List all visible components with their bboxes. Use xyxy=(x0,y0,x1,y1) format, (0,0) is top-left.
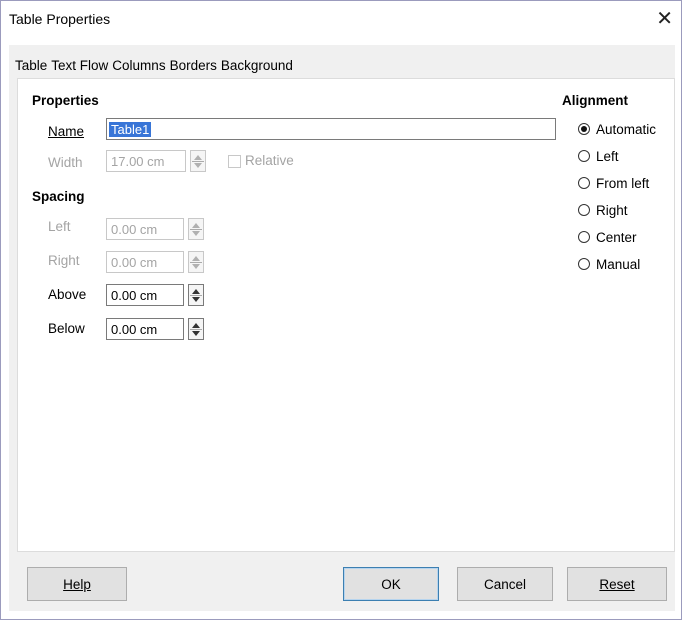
tab-text-flow[interactable]: Text Flow xyxy=(49,55,110,75)
radio-manual[interactable] xyxy=(578,258,590,270)
width-spinner xyxy=(190,150,206,172)
title-bar: Table Properties ✕ xyxy=(1,1,681,39)
alignment-right-option[interactable]: Right xyxy=(578,201,628,219)
above-spacing-spinner[interactable] xyxy=(188,284,204,306)
left-spacing-spinner xyxy=(188,218,204,240)
alignment-manual-option[interactable]: Manual xyxy=(578,255,640,273)
radio-from-left[interactable] xyxy=(578,177,590,189)
tab-columns[interactable]: Columns xyxy=(110,55,167,75)
cancel-button-label: Cancel xyxy=(483,576,527,592)
alignment-right-label: Right xyxy=(596,202,628,218)
alignment-automatic-option[interactable]: Automatic xyxy=(578,120,656,138)
help-button-label: Help xyxy=(63,576,91,592)
alignment-manual-label: Manual xyxy=(596,256,641,272)
width-input-value: 17.00 cm xyxy=(111,154,165,169)
radio-right[interactable] xyxy=(578,204,590,216)
relative-label: Relative xyxy=(245,153,294,168)
spacing-heading: Spacing xyxy=(32,189,85,204)
dialog-title: Table Properties xyxy=(9,11,111,27)
help-button[interactable]: Help xyxy=(27,567,127,601)
name-input[interactable]: Table1 xyxy=(106,118,556,140)
tab-borders[interactable]: Borders xyxy=(168,55,219,75)
above-spacing-label: Above xyxy=(48,287,87,302)
alignment-automatic-label: Automatic xyxy=(596,121,657,137)
below-spacing-input[interactable]: 0.00 cm xyxy=(106,318,184,340)
left-spacing-input: 0.00 cm xyxy=(106,218,184,240)
table-properties-dialog: Table Properties ✕ Table Text Flow Colum… xyxy=(0,0,682,620)
width-label: Width xyxy=(48,155,83,170)
name-input-value: Table1 xyxy=(109,122,152,137)
radio-automatic[interactable] xyxy=(578,123,590,135)
relative-checkbox xyxy=(228,155,241,168)
reset-button[interactable]: Reset xyxy=(567,567,667,601)
above-spacing-input[interactable]: 0.00 cm xyxy=(106,284,184,306)
right-spacing-spinner xyxy=(188,251,204,273)
dialog-client-area: Table Text Flow Columns Borders Backgrou… xyxy=(9,45,675,611)
properties-heading: Properties xyxy=(32,93,99,108)
right-spacing-label: Right xyxy=(48,253,80,268)
radio-center[interactable] xyxy=(578,231,590,243)
table-tab-panel: Properties Name Table1 Width 17.00 cm Re… xyxy=(17,78,675,552)
above-spacing-value: 0.00 cm xyxy=(111,288,158,303)
tab-background[interactable]: Background xyxy=(219,55,295,75)
close-icon[interactable]: ✕ xyxy=(656,6,673,31)
ok-button-label: OK xyxy=(381,576,401,592)
ok-button[interactable]: OK xyxy=(343,567,439,601)
alignment-center-option[interactable]: Center xyxy=(578,228,637,246)
name-label-text: Name xyxy=(48,124,85,139)
below-spacing-label: Below xyxy=(48,321,85,336)
below-spacing-value: 0.00 cm xyxy=(111,322,158,337)
tab-bar: Table Text Flow Columns Borders Backgrou… xyxy=(11,55,295,75)
alignment-center-label: Center xyxy=(596,229,637,245)
cancel-button[interactable]: Cancel xyxy=(457,567,553,601)
alignment-heading: Alignment xyxy=(562,93,628,108)
right-spacing-value: 0.00 cm xyxy=(111,255,158,270)
alignment-from-left-label: From left xyxy=(596,175,650,191)
alignment-left-option[interactable]: Left xyxy=(578,147,619,165)
alignment-left-label: Left xyxy=(596,148,619,164)
left-spacing-value: 0.00 cm xyxy=(111,222,158,237)
below-spacing-spinner[interactable] xyxy=(188,318,204,340)
width-input: 17.00 cm xyxy=(106,150,186,172)
name-label: Name xyxy=(48,124,84,139)
alignment-from-left-option[interactable]: From left xyxy=(578,174,649,192)
right-spacing-input: 0.00 cm xyxy=(106,251,184,273)
radio-left[interactable] xyxy=(578,150,590,162)
left-spacing-label: Left xyxy=(48,219,71,234)
reset-button-label: Reset xyxy=(599,576,635,592)
tab-table[interactable]: Table xyxy=(11,55,49,75)
